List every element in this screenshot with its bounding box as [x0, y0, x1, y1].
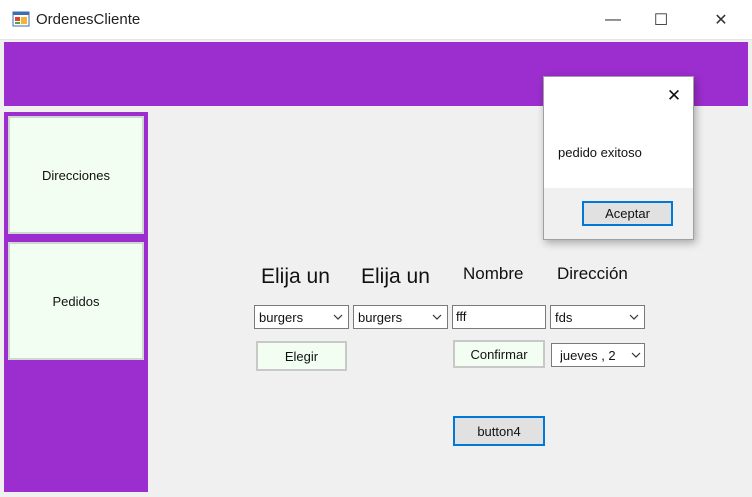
- close-window-button[interactable]: ✕: [698, 0, 744, 40]
- close-icon: ✕: [714, 12, 728, 29]
- chevron-down-icon: [624, 306, 644, 328]
- close-icon: ✕: [666, 86, 682, 105]
- day-select[interactable]: jueves , 2: [551, 343, 645, 367]
- product-select-2-value: burgers: [358, 309, 403, 325]
- window-title: OrdenesCliente: [36, 11, 141, 28]
- choose-heading-1: Elija un: [261, 265, 330, 288]
- aceptar-button[interactable]: Aceptar: [582, 201, 673, 226]
- chevron-down-icon: [427, 306, 447, 328]
- product-select-1[interactable]: burgers: [254, 305, 349, 329]
- chevron-down-icon: [628, 344, 644, 366]
- app-window-icon: [12, 10, 30, 28]
- chevron-down-icon: [328, 306, 348, 328]
- minimize-icon: —: [605, 11, 621, 28]
- choose-heading-2: Elija un: [361, 265, 430, 288]
- minimize-button[interactable]: —: [590, 0, 636, 40]
- address-select[interactable]: fds: [550, 305, 645, 329]
- sidebar-item-label: Pedidos: [52, 293, 100, 309]
- window-titlebar: OrdenesCliente — ☐ ✕: [0, 0, 752, 40]
- sidebar-item-direcciones[interactable]: Direcciones: [8, 116, 144, 234]
- dialog-footer: Aceptar: [544, 188, 693, 239]
- day-select-value: jueves , 2: [560, 347, 616, 363]
- dialog-close-button[interactable]: ✕: [662, 85, 686, 107]
- name-heading: Nombre: [463, 264, 524, 283]
- name-field[interactable]: fff: [452, 305, 546, 329]
- confirmar-button[interactable]: Confirmar: [453, 340, 545, 368]
- aceptar-button-label: Aceptar: [605, 206, 650, 221]
- maximize-icon: ☐: [653, 12, 669, 29]
- message-dialog: ✕ pedido exitoso Aceptar: [543, 76, 694, 240]
- maximize-button[interactable]: ☐: [638, 0, 684, 40]
- sidebar-item-label: Direcciones: [42, 167, 110, 183]
- button4-label: button4: [477, 423, 521, 439]
- confirmar-button-label: Confirmar: [470, 346, 528, 362]
- elegir-button-label: Elegir: [284, 348, 319, 364]
- address-select-value: fds: [555, 309, 573, 325]
- button4[interactable]: button4: [453, 416, 545, 446]
- sidebar-item-pedidos[interactable]: Pedidos: [8, 242, 144, 360]
- dialog-message: pedido exitoso: [558, 145, 642, 160]
- product-select-2[interactable]: burgers: [353, 305, 448, 329]
- elegir-button[interactable]: Elegir: [256, 341, 347, 371]
- address-heading: Dirección: [557, 264, 628, 283]
- product-select-1-value: burgers: [259, 309, 304, 325]
